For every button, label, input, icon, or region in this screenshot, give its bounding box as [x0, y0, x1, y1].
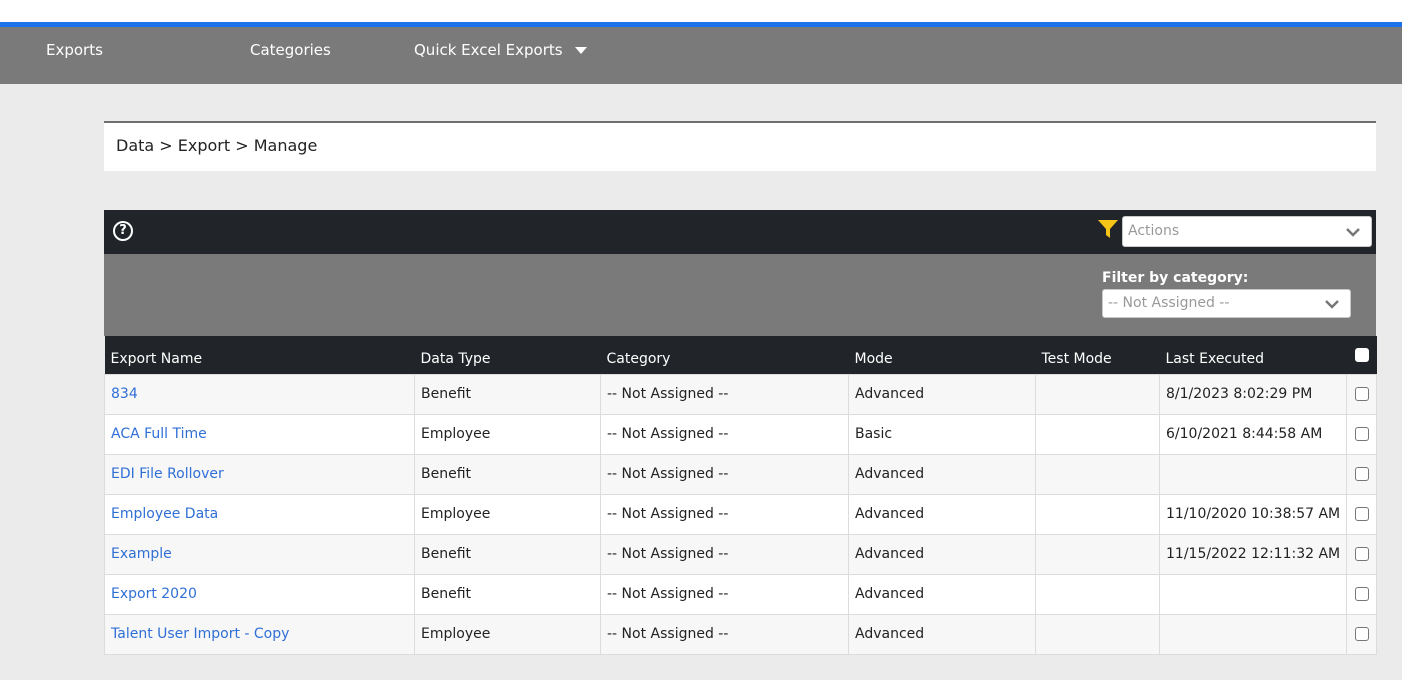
table-row: Employee Data Employee -- Not Assigned -… — [104, 493, 1377, 535]
mode-cell: Advanced — [848, 573, 1036, 615]
table-row: Export 2020 Benefit -- Not Assigned -- A… — [104, 573, 1377, 615]
table-row: ACA Full Time Employee -- Not Assigned -… — [104, 413, 1377, 455]
actions-select[interactable]: Actions — [1122, 216, 1372, 247]
exports-panel: ? Actions Filter by category: -- Not Ass… — [104, 210, 1377, 655]
mode-cell: Advanced — [848, 613, 1036, 655]
funnel-icon[interactable] — [1097, 218, 1119, 240]
row-checkbox[interactable] — [1354, 507, 1369, 521]
last-executed-cell — [1159, 573, 1347, 615]
filter-bar: Filter by category: -- Not Assigned -- — [104, 254, 1376, 336]
test-mode-cell — [1035, 373, 1160, 415]
data-type-cell: Benefit — [414, 453, 601, 495]
row-checkbox[interactable] — [1354, 467, 1369, 481]
category-filter-select[interactable]: -- Not Assigned -- — [1102, 289, 1351, 318]
data-type-cell: Benefit — [414, 373, 601, 415]
row-checkbox[interactable] — [1354, 587, 1369, 601]
category-cell: -- Not Assigned -- — [600, 613, 849, 655]
test-mode-cell — [1035, 413, 1160, 455]
mode-cell: Advanced — [848, 533, 1036, 575]
column-header-last-executed[interactable]: Last Executed — [1160, 336, 1347, 374]
nav-exports[interactable]: Exports — [46, 27, 103, 73]
column-header-data-type[interactable]: Data Type — [415, 336, 601, 374]
nav-categories[interactable]: Categories — [250, 27, 331, 73]
data-type-cell: Benefit — [414, 573, 601, 615]
panel-toolbar: ? Actions — [104, 210, 1376, 254]
category-cell: -- Not Assigned -- — [600, 493, 849, 535]
help-circle-icon[interactable]: ? — [113, 221, 133, 241]
row-checkbox[interactable] — [1354, 427, 1369, 441]
column-header-mode[interactable]: Mode — [849, 336, 1036, 374]
category-cell: -- Not Assigned -- — [600, 453, 849, 495]
data-type-cell: Employee — [414, 613, 601, 655]
test-mode-cell — [1035, 453, 1160, 495]
data-type-cell: Employee — [414, 493, 601, 535]
mode-cell: Advanced — [848, 493, 1036, 535]
last-executed-cell — [1159, 453, 1347, 495]
category-cell: -- Not Assigned -- — [600, 533, 849, 575]
category-cell: -- Not Assigned -- — [600, 413, 849, 455]
table-row: Talent User Import - Copy Employee -- No… — [104, 613, 1377, 655]
category-cell: -- Not Assigned -- — [600, 373, 849, 415]
last-executed-cell: 11/15/2022 12:11:32 AM — [1159, 533, 1347, 575]
column-header-export-name[interactable]: Export Name — [105, 336, 415, 374]
nav-quick-excel-exports[interactable]: Quick Excel Exports — [414, 27, 587, 73]
nav-quick-excel-label: Quick Excel Exports — [414, 41, 563, 59]
table-row: 834 Benefit -- Not Assigned -- Advanced … — [104, 373, 1377, 415]
data-type-cell: Employee — [414, 413, 601, 455]
category-filter-value: -- Not Assigned -- — [1108, 295, 1230, 311]
actions-select-value: Actions — [1128, 223, 1180, 239]
filter-by-category-label: Filter by category: — [1102, 270, 1249, 286]
chevron-down-icon — [1346, 228, 1360, 237]
column-header-test-mode[interactable]: Test Mode — [1036, 336, 1160, 374]
breadcrumb: Data > Export > Manage — [116, 136, 318, 155]
mode-cell: Basic — [848, 413, 1036, 455]
exports-table: Export Name Data Type Category Mode Test… — [104, 336, 1377, 655]
last-executed-cell: 8/1/2023 8:02:29 PM — [1159, 373, 1347, 415]
export-name-link[interactable]: Example — [111, 546, 172, 562]
table-row: EDI File Rollover Benefit -- Not Assigne… — [104, 453, 1377, 495]
data-type-cell: Benefit — [414, 533, 601, 575]
row-checkbox[interactable] — [1354, 627, 1369, 641]
last-executed-cell: 11/10/2020 10:38:57 AM — [1159, 493, 1347, 535]
export-name-link[interactable]: Talent User Import - Copy — [111, 626, 289, 642]
export-name-link[interactable]: Employee Data — [111, 506, 218, 522]
test-mode-cell — [1035, 613, 1160, 655]
last-executed-cell — [1159, 613, 1347, 655]
top-nav: Exports Categories Quick Excel Exports — [0, 27, 1402, 84]
column-header-category[interactable]: Category — [601, 336, 849, 374]
test-mode-cell — [1035, 493, 1160, 535]
export-name-link[interactable]: 834 — [111, 386, 138, 402]
row-checkbox[interactable] — [1354, 547, 1369, 561]
export-name-link[interactable]: EDI File Rollover — [111, 466, 224, 482]
export-name-link[interactable]: ACA Full Time — [111, 426, 207, 442]
test-mode-cell — [1035, 533, 1160, 575]
mode-cell: Advanced — [848, 373, 1036, 415]
select-all-cell — [1347, 336, 1377, 374]
row-checkbox[interactable] — [1354, 387, 1369, 401]
mode-cell: Advanced — [848, 453, 1036, 495]
caret-down-icon — [574, 47, 587, 54]
test-mode-cell — [1035, 573, 1160, 615]
chevron-down-icon — [1325, 300, 1339, 309]
category-cell: -- Not Assigned -- — [600, 573, 849, 615]
table-row: Example Benefit -- Not Assigned -- Advan… — [104, 533, 1377, 575]
export-name-link[interactable]: Export 2020 — [111, 586, 197, 602]
last-executed-cell: 6/10/2021 8:44:58 AM — [1159, 413, 1347, 455]
table-header-row: Export Name Data Type Category Mode Test… — [104, 336, 1377, 374]
top-strip — [0, 0, 1402, 22]
select-all-checkbox[interactable] — [1354, 347, 1369, 362]
breadcrumb-bar: Data > Export > Manage — [104, 121, 1376, 171]
